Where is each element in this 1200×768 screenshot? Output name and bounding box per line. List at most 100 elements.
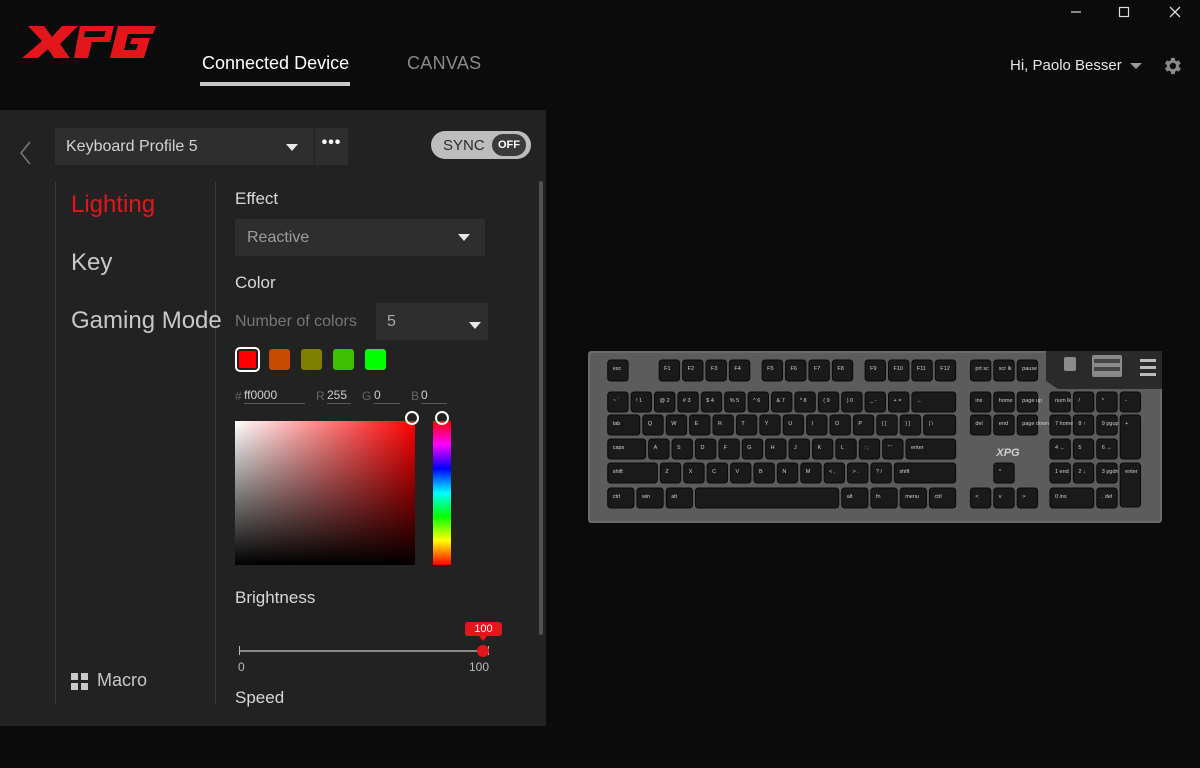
gear-icon[interactable] [1161, 55, 1183, 77]
color-swatch[interactable] [269, 349, 290, 370]
color-picker-handle[interactable] [405, 411, 419, 425]
profile-dropdown[interactable]: Keyboard Profile 5 [55, 128, 314, 165]
user-greeting[interactable]: Hi, Paolo Besser [1010, 57, 1122, 74]
color-swatch[interactable] [365, 349, 386, 370]
keyboard-key[interactable] [782, 414, 805, 436]
sync-toggle[interactable]: SYNC OFF [431, 131, 531, 159]
keyboard-key[interactable] [730, 462, 752, 484]
keyboard-key[interactable] [811, 438, 834, 460]
keyboard-key[interactable] [765, 438, 787, 460]
keyboard-key[interactable] [858, 438, 881, 460]
grid-icon [71, 673, 88, 690]
brightness-slider[interactable] [240, 650, 489, 652]
keyboard-key[interactable] [741, 438, 764, 460]
keyboard-key[interactable] [1096, 391, 1118, 413]
keyboard-key[interactable] [776, 462, 799, 484]
keyboard-key[interactable] [1072, 438, 1095, 460]
keyboard-key[interactable] [694, 487, 840, 509]
keyboard-key[interactable] [870, 487, 898, 509]
keyboard-key[interactable] [852, 414, 875, 436]
sidebar-item-macro[interactable]: Macro [97, 670, 147, 691]
keyboard-key[interactable] [806, 414, 828, 436]
keyboard-key[interactable] [876, 414, 898, 436]
keyboard-key[interactable] [718, 438, 740, 460]
keyboard-key[interactable] [993, 487, 1015, 509]
keyboard-preview: esc F1 F2 F3 F4 F5 F6 F7 F8 F9 F10 F11 F12 prt sc scr … [588, 351, 1162, 523]
profile-more-button[interactable]: ••• [315, 128, 348, 165]
keyboard-key[interactable] [735, 414, 758, 436]
keyboard-key-label: shift [899, 469, 910, 475]
tab-connected-device[interactable]: Connected Device [202, 53, 349, 74]
keyboard-key-label: F7 [814, 366, 820, 372]
keyboard-key[interactable] [648, 438, 670, 460]
keyboard-key[interactable] [841, 487, 869, 509]
keyboard-key[interactable] [835, 438, 857, 460]
sidebar-item-lighting[interactable]: Lighting [71, 191, 155, 219]
keyboard-key[interactable] [706, 462, 729, 484]
keyboard-key[interactable] [788, 438, 810, 460]
keyboard-key[interactable] [689, 414, 711, 436]
keyboard-key[interactable] [683, 462, 705, 484]
brightness-slider-thumb[interactable] [477, 645, 489, 657]
color-swatch[interactable] [235, 347, 260, 372]
red-input[interactable]: 255 [327, 388, 351, 404]
keyboard-key-label: menu [905, 494, 919, 500]
keyboard-key[interactable] [1119, 391, 1142, 413]
sidebar-item-key[interactable]: Key [71, 249, 112, 277]
keyboard-key[interactable] [1119, 414, 1142, 460]
keyboard-key[interactable] [993, 462, 1015, 484]
keyboard-key-label: B [759, 469, 763, 475]
keyboard-key[interactable] [899, 414, 922, 436]
color-swatch[interactable] [301, 349, 322, 370]
blue-input[interactable]: 0 [421, 388, 447, 404]
keyboard-key-label: ? / [876, 469, 883, 475]
number-of-colors-dropdown[interactable]: 5 [376, 303, 488, 340]
keyboard-key-label: K [817, 445, 821, 451]
keyboard-key-label: num lk [1055, 398, 1071, 404]
keyboard-key-label: # 3 [683, 398, 691, 404]
keyboard-key[interactable] [607, 487, 635, 509]
scrollbar-thumb[interactable] [539, 181, 543, 635]
hex-input[interactable]: ff0000 [244, 388, 305, 404]
keyboard-key[interactable] [694, 438, 717, 460]
hue-slider-handle[interactable] [435, 411, 449, 425]
keyboard-key[interactable] [665, 487, 693, 509]
sidebar-item-gaming-mode[interactable]: Gaming Mode [71, 307, 222, 335]
keyboard-key[interactable] [753, 462, 775, 484]
keyboard-key-label: F12 [940, 366, 949, 372]
keyboard-key[interactable] [829, 414, 851, 436]
keyboard-key[interactable] [759, 414, 781, 436]
keyboard-key[interactable] [1072, 391, 1095, 413]
sync-state-knob: OFF [492, 134, 526, 156]
close-icon[interactable] [1163, 2, 1187, 22]
keyboard-key[interactable] [969, 487, 992, 509]
keyboard-key[interactable] [800, 462, 822, 484]
brightness-max-label: 100 [469, 660, 490, 674]
keyboard-key-label: scr lk [999, 366, 1012, 372]
keyboard-key[interactable] [642, 414, 664, 436]
tab-canvas[interactable]: CANVAS [407, 53, 482, 74]
keyboard-key[interactable] [882, 438, 904, 460]
keyboard-key[interactable] [671, 438, 693, 460]
keyboard-key[interactable] [1016, 487, 1039, 509]
saturation-value-picker[interactable] [235, 421, 415, 565]
keyboard-key[interactable] [659, 462, 682, 484]
keyboard-key-label: home [999, 398, 1013, 404]
green-input[interactable]: 0 [374, 388, 400, 404]
maximize-icon[interactable] [1112, 2, 1136, 22]
hue-slider[interactable] [433, 421, 451, 565]
chevron-left-icon[interactable] [16, 140, 36, 166]
effect-dropdown[interactable]: Reactive [235, 219, 485, 256]
color-swatch[interactable] [333, 349, 354, 370]
effect-heading: Effect [235, 189, 279, 208]
keyboard-key-label: C [712, 469, 716, 475]
keyboard-key-label: D [700, 445, 704, 451]
keyboard-key-label: ~ ` [613, 398, 620, 404]
keyboard-key[interactable] [928, 487, 957, 509]
keyboard-key-label: ) 0 [847, 398, 853, 404]
minimize-icon[interactable] [1064, 2, 1088, 22]
keyboard-key[interactable] [712, 414, 734, 436]
chevron-down-icon[interactable] [1130, 63, 1142, 69]
keyboard-key-label: esc [613, 366, 622, 372]
keyboard-key-label: L [841, 445, 844, 451]
